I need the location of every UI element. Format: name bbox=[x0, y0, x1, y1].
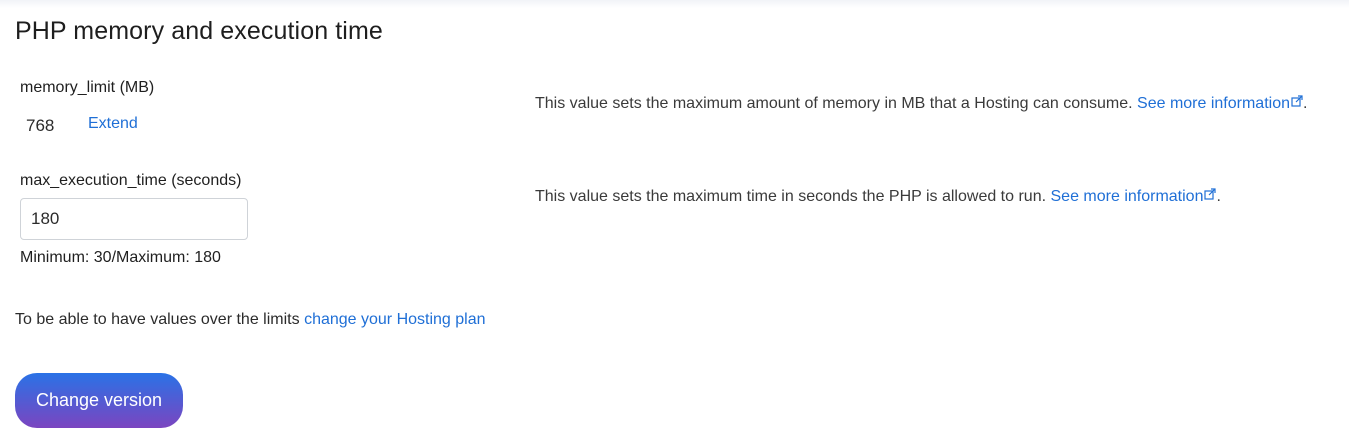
limits-note: To be able to have values over the limit… bbox=[15, 311, 486, 329]
extend-memory-link[interactable]: Extend bbox=[88, 115, 138, 133]
max-execution-time-description: This value sets the maximum time in seco… bbox=[535, 188, 1221, 206]
memory-limit-label: memory_limit (MB) bbox=[20, 79, 155, 96]
max-execution-time-hint: Minimum: 30/Maximum: 180 bbox=[20, 249, 221, 266]
change-version-button[interactable]: Change version bbox=[15, 373, 183, 428]
memory-limit-value: 768 bbox=[26, 116, 55, 135]
section-title: PHP memory and execution time bbox=[15, 17, 383, 45]
max-execution-time-more-info-link[interactable]: See more information bbox=[1051, 188, 1217, 205]
max-execution-time-description-text: This value sets the maximum time in seco… bbox=[535, 188, 1047, 205]
limits-note-text: To be able to have values over the limit… bbox=[15, 311, 300, 328]
external-link-icon bbox=[1291, 95, 1303, 107]
max-execution-time-description-end: . bbox=[1216, 188, 1221, 205]
max-execution-time-label: max_execution_time (seconds) bbox=[20, 172, 242, 189]
memory-limit-more-info-text: See more information bbox=[1137, 95, 1290, 112]
php-settings-page: PHP memory and execution time memory_lim… bbox=[0, 0, 1349, 444]
max-execution-time-input[interactable] bbox=[20, 198, 248, 240]
memory-limit-description: This value sets the maximum amount of me… bbox=[535, 95, 1307, 113]
top-shadow bbox=[0, 0, 1349, 8]
change-hosting-plan-link[interactable]: change your Hosting plan bbox=[304, 311, 485, 328]
memory-limit-more-info-link[interactable]: See more information bbox=[1137, 95, 1303, 112]
memory-limit-description-end: . bbox=[1303, 95, 1308, 112]
max-execution-time-more-info-text: See more information bbox=[1050, 188, 1204, 205]
external-link-icon bbox=[1204, 188, 1217, 200]
memory-limit-description-text: This value sets the maximum amount of me… bbox=[535, 95, 1133, 112]
